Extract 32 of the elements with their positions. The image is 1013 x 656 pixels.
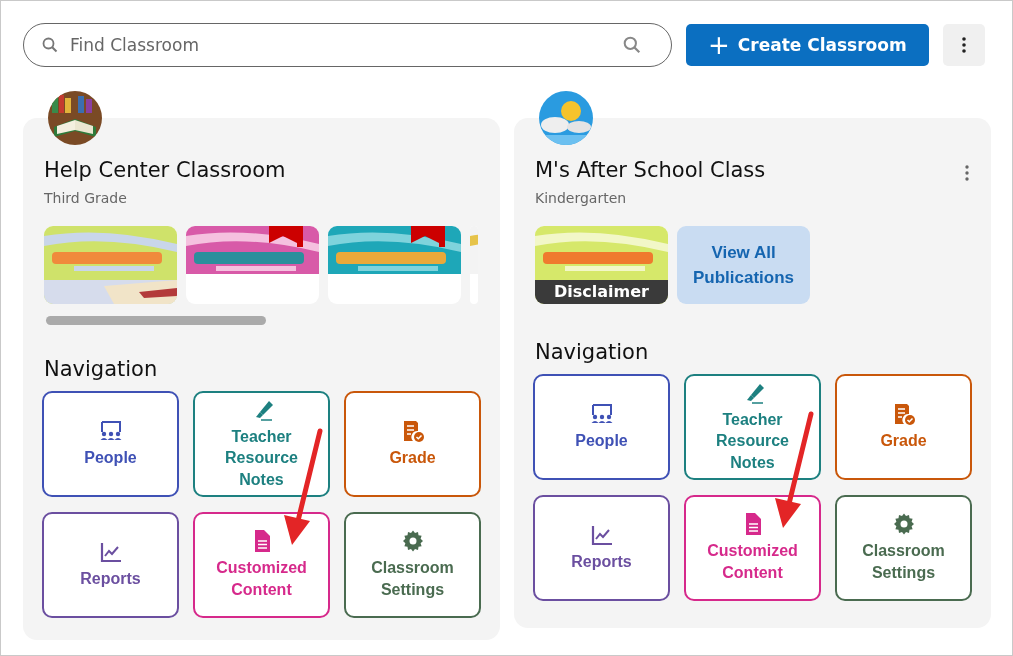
navigation-tile[interactable]: Teacher Resource Notes — [193, 391, 330, 497]
navigation-tile[interactable]: Classroom Settings — [344, 512, 481, 618]
navigation-tile[interactable]: Customized Content — [193, 512, 330, 618]
classroom-name[interactable]: M's After School Class — [535, 158, 766, 182]
disclaimer-label[interactable]: Disclaimer — [535, 280, 668, 304]
section-heading: Navigation — [44, 357, 159, 381]
line-chart-icon — [98, 540, 123, 565]
search-input[interactable]: Find Classroom — [68, 34, 613, 56]
section-heading: Navigation — [535, 340, 650, 364]
navigation-tile[interactable]: Classroom Settings — [835, 495, 972, 601]
create-classroom-button[interactable]: + Create Classroom — [685, 24, 930, 66]
navigation-tile[interactable]: Grade — [344, 391, 481, 497]
grade-level: Kindergarten — [535, 190, 628, 206]
more-options-icon — [962, 37, 967, 53]
navigation-tile[interactable]: Customized Content — [684, 495, 821, 601]
more-options-button[interactable] — [943, 24, 985, 66]
navigation-tile[interactable]: Teacher Resource Notes — [684, 374, 821, 480]
more-options-icon[interactable] — [965, 165, 969, 181]
navigation-tile[interactable]: Reports — [533, 495, 670, 601]
navigation-tile[interactable]: Reports — [42, 512, 179, 618]
search-icon[interactable] — [622, 36, 641, 54]
navigation-tile[interactable]: Grade — [835, 374, 972, 480]
grade-level: Third Grade — [44, 190, 128, 206]
scrollbar[interactable] — [46, 316, 266, 325]
search-icon — [42, 37, 58, 53]
view-all-publications-button[interactable]: View All Publications — [677, 226, 810, 304]
bookmark-icon — [269, 226, 303, 247]
line-chart-icon — [589, 523, 614, 548]
navigation-tile[interactable]: People — [42, 391, 179, 497]
classroom-name[interactable]: Help Center Classroom — [44, 158, 286, 182]
navigation-tile[interactable]: People — [533, 374, 670, 480]
bookmark-icon — [411, 226, 445, 247]
